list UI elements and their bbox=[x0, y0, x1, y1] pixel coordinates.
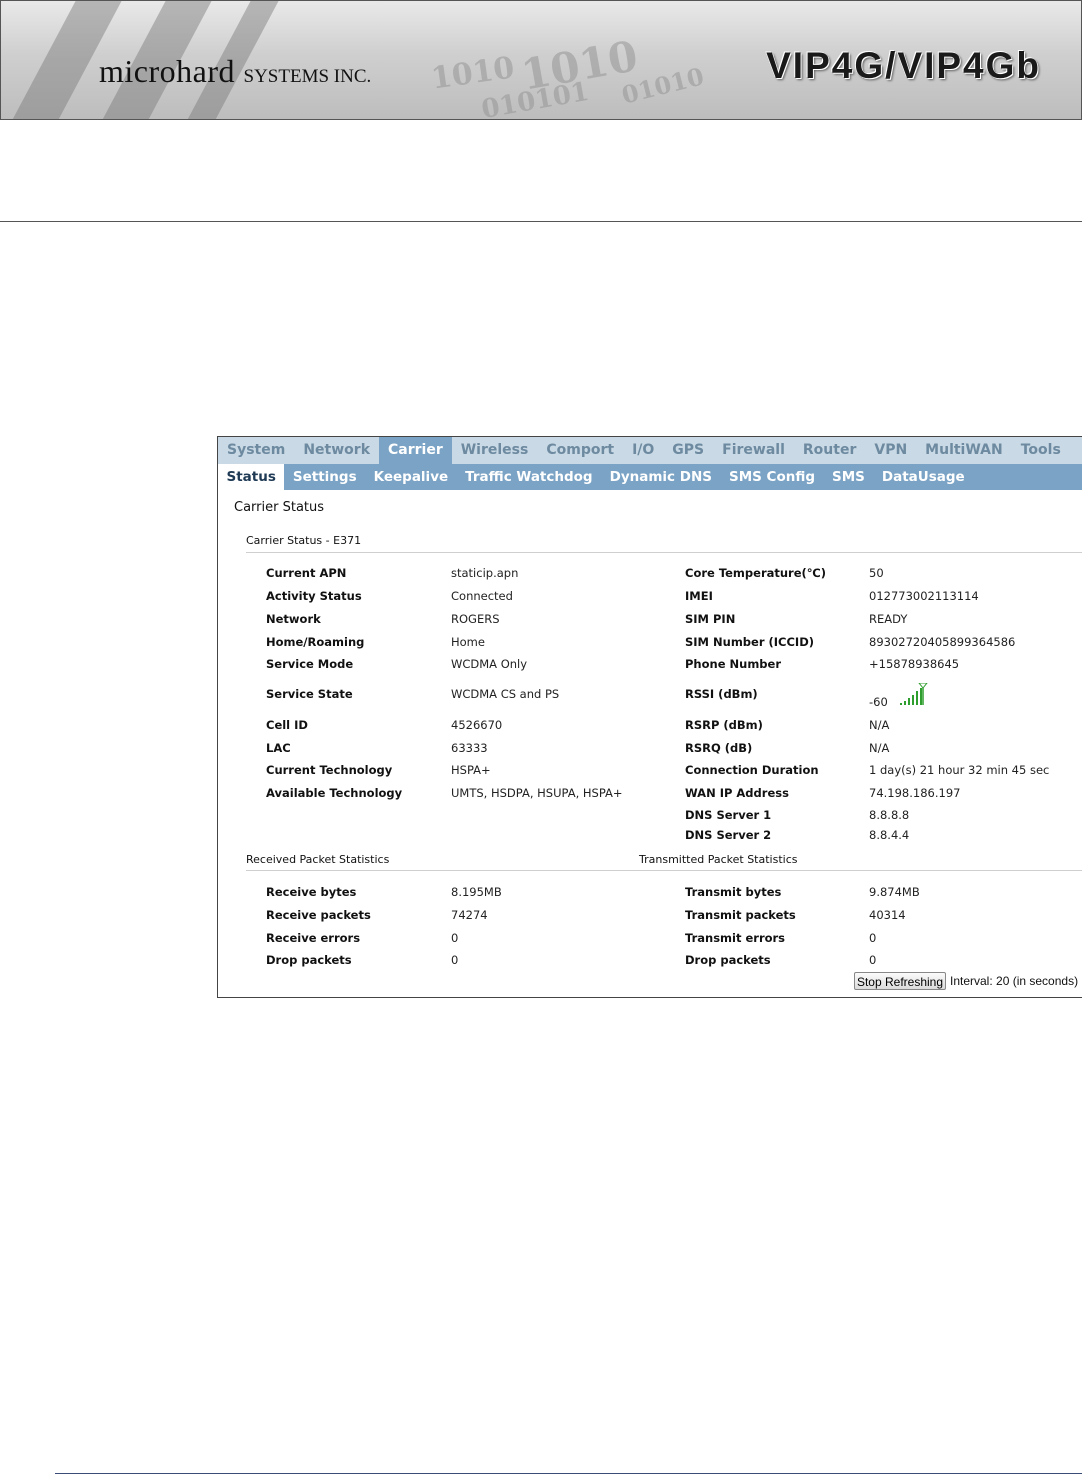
field-value: WCDMA CS and PS bbox=[451, 687, 560, 701]
tab-router[interactable]: Router bbox=[794, 437, 865, 464]
header-banner: 1010 1010 010101 01010 microhard SYSTEMS… bbox=[0, 0, 1082, 120]
field-value: 8.195MB bbox=[451, 885, 502, 899]
field-label: DNS Server 2 bbox=[685, 828, 772, 842]
field-label: Transmit bytes bbox=[685, 885, 782, 899]
field-value: 0 bbox=[869, 931, 877, 945]
field-label: Drop packets bbox=[685, 953, 771, 967]
page-title: Carrier Status bbox=[234, 500, 325, 515]
field-label: Core Temperature(℃) bbox=[685, 566, 826, 580]
subtab-keepalive[interactable]: Keepalive bbox=[365, 464, 457, 490]
tab-multiwan[interactable]: MultiWAN bbox=[916, 437, 1012, 464]
field-label: WAN IP Address bbox=[685, 786, 789, 800]
signal-strength-icon bbox=[900, 683, 928, 705]
field-value: Home bbox=[451, 635, 485, 649]
tab-firewall[interactable]: Firewall bbox=[713, 437, 794, 464]
refresh-interval-label: Interval: 20 (in seconds) bbox=[950, 974, 1079, 988]
field-value: HSPA+ bbox=[451, 763, 491, 777]
field-label: Receive errors bbox=[266, 931, 361, 945]
field-label: Home/Roaming bbox=[266, 635, 365, 649]
field-value: 0 bbox=[451, 931, 459, 945]
section-title-tx: Transmitted Packet Statistics bbox=[639, 853, 798, 866]
field-label: Service State bbox=[266, 687, 353, 701]
field-label: Current APN bbox=[266, 566, 347, 580]
section-title-rx: Received Packet Statistics bbox=[246, 853, 390, 866]
field-value: Connected bbox=[451, 589, 513, 603]
section-divider bbox=[246, 870, 1082, 871]
field-label: SIM PIN bbox=[685, 612, 736, 626]
field-label: LAC bbox=[266, 741, 291, 755]
field-label: Current Technology bbox=[266, 763, 393, 777]
tab-gps[interactable]: GPS bbox=[663, 437, 713, 464]
field-value: 8.8.4.4 bbox=[869, 828, 910, 842]
field-label: Phone Number bbox=[685, 657, 782, 671]
field-value: READY bbox=[869, 612, 908, 626]
field-label: IMEI bbox=[685, 589, 713, 603]
carrier-status-screenshot: System Network Carrier Wireless Comport I/O GP… bbox=[217, 436, 1082, 998]
field-label: Activity Status bbox=[266, 589, 362, 603]
field-value: 89302720405899364586 bbox=[869, 635, 1016, 649]
field-label: DNS Server 1 bbox=[685, 808, 772, 822]
field-label: RSRP (dBm) bbox=[685, 718, 763, 732]
field-label: SIM Number (ICCID) bbox=[685, 635, 815, 649]
field-value: 8.8.8.8 bbox=[869, 808, 910, 822]
field-label: Cell ID bbox=[266, 718, 308, 732]
field-value: 0 bbox=[869, 953, 877, 967]
main-tab-bar: System Network Carrier Wireless Comport I/O GP… bbox=[218, 437, 1082, 464]
field-value: 012773002113114 bbox=[869, 589, 979, 603]
tab-wireless[interactable]: Wireless bbox=[452, 437, 538, 464]
field-label: RSRQ (dB) bbox=[685, 741, 753, 755]
field-value: N/A bbox=[869, 718, 890, 732]
tab-carrier[interactable]: Carrier bbox=[379, 437, 452, 464]
tab-system[interactable]: System bbox=[218, 437, 294, 464]
field-value: staticip.apn bbox=[451, 566, 519, 580]
field-value: 74.198.186.197 bbox=[869, 786, 961, 800]
section-title-carrier: Carrier Status - E371 bbox=[246, 534, 362, 547]
subtab-traffic-watchdog[interactable]: Traffic Watchdog bbox=[457, 464, 601, 490]
subtab-datausage[interactable]: DataUsage bbox=[873, 464, 973, 490]
field-value: 50 bbox=[869, 566, 884, 580]
tab-comport[interactable]: Comport bbox=[537, 437, 623, 464]
header-divider bbox=[0, 221, 1082, 222]
stop-refreshing-button[interactable]: Stop Refreshing bbox=[854, 972, 946, 990]
field-value: -60 bbox=[869, 695, 888, 709]
tab-vpn[interactable]: VPN bbox=[865, 437, 916, 464]
tab-tools[interactable]: Tools bbox=[1012, 437, 1070, 464]
brand-logo: microhard SYSTEMS INC. bbox=[99, 53, 372, 89]
field-label: Transmit errors bbox=[685, 931, 786, 945]
field-label: Network bbox=[266, 612, 321, 626]
field-value: 40314 bbox=[869, 908, 906, 922]
subtab-dynamic-dns[interactable]: Dynamic DNS bbox=[601, 464, 720, 490]
section-divider bbox=[246, 552, 1082, 553]
field-value: 0 bbox=[451, 953, 459, 967]
field-value: 9.874MB bbox=[869, 885, 920, 899]
field-value: N/A bbox=[869, 741, 890, 755]
field-value: UMTS, HSDPA, HSUPA, HSPA+ bbox=[451, 786, 623, 800]
footer-divider bbox=[55, 1473, 1082, 1474]
subtab-status[interactable]: Status bbox=[218, 464, 285, 490]
sub-tab-bar: Status Settings Keepalive Traffic Watchdog D… bbox=[218, 464, 1082, 490]
subtab-sms-config[interactable]: SMS Config bbox=[720, 464, 823, 490]
product-title: VIP4G/VIP4Gb bbox=[766, 45, 1041, 86]
field-value: 4526670 bbox=[451, 718, 503, 732]
field-label: Receive packets bbox=[266, 908, 371, 922]
field-label: Available Technology bbox=[266, 786, 403, 800]
field-value: +15878938645 bbox=[869, 657, 960, 671]
tab-network[interactable]: Network bbox=[294, 437, 379, 464]
field-label: Transmit packets bbox=[685, 908, 796, 922]
field-value: WCDMA Only bbox=[451, 657, 528, 671]
field-value: 63333 bbox=[451, 741, 488, 755]
field-label: Connection Duration bbox=[685, 763, 819, 777]
field-label: RSSI (dBm) bbox=[685, 687, 758, 701]
field-label: Receive bytes bbox=[266, 885, 357, 899]
field-value: 1 day(s) 21 hour 32 min 45 sec bbox=[869, 763, 1050, 777]
tab-i-o[interactable]: I/O bbox=[623, 437, 663, 464]
field-label: Service Mode bbox=[266, 657, 354, 671]
subtab-sms[interactable]: SMS bbox=[824, 464, 874, 490]
field-label: Drop packets bbox=[266, 953, 352, 967]
field-value: ROGERS bbox=[451, 612, 500, 626]
field-value: 74274 bbox=[451, 908, 488, 922]
subtab-settings[interactable]: Settings bbox=[284, 464, 365, 490]
